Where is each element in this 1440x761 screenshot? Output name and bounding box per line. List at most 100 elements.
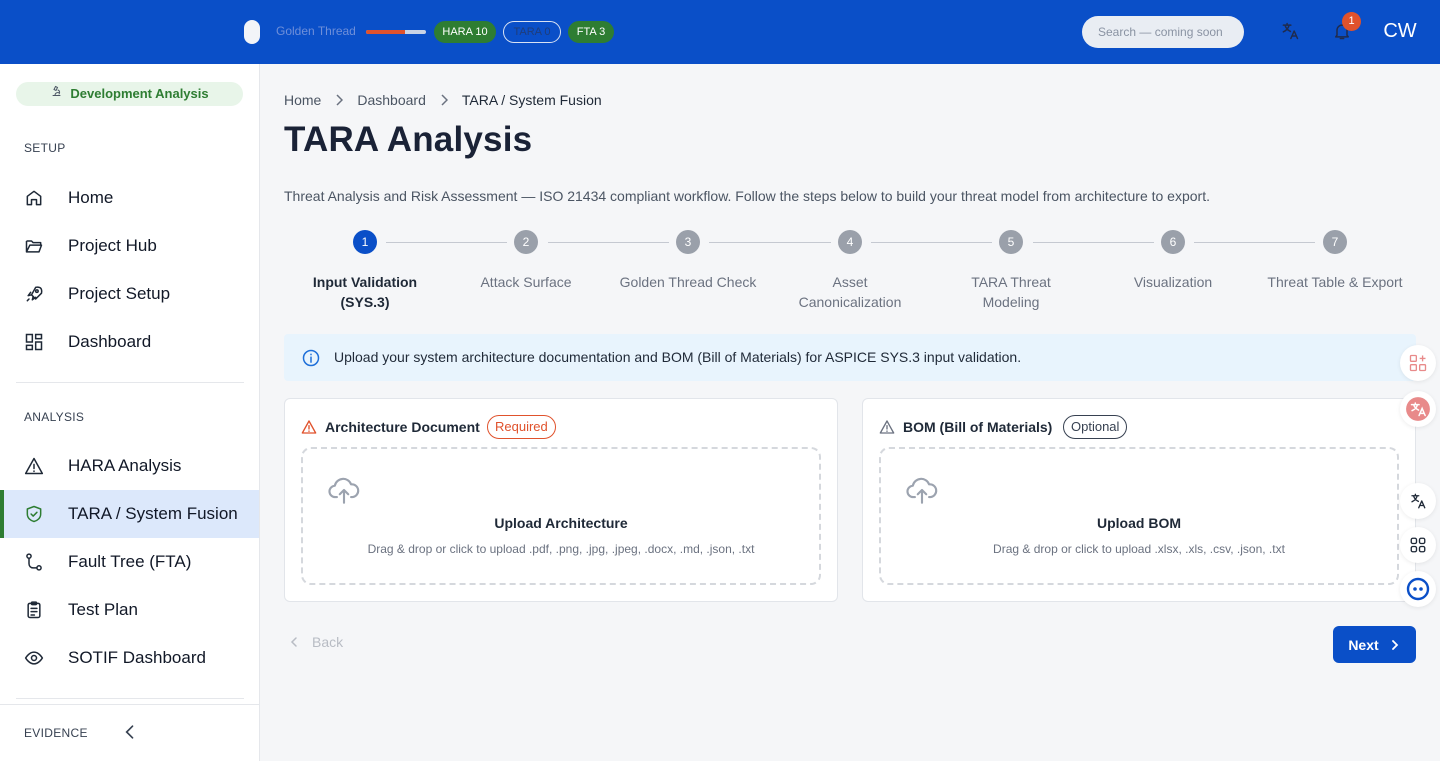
upload-title: Upload Architecture <box>494 515 628 531</box>
fta-count-badge[interactable]: FTA 3 <box>568 21 614 43</box>
apps-sparkle-icon <box>1409 354 1427 372</box>
sidebar-item-test-plan[interactable]: Test Plan <box>0 586 259 634</box>
step-number: 4 <box>838 230 862 254</box>
sidebar-item-sotif-dashboard[interactable]: SOTIF Dashboard <box>0 634 259 682</box>
step-label: Visualization <box>1133 274 1213 290</box>
cloud-upload-icon <box>328 477 360 504</box>
sidebar-item-home[interactable]: Home <box>0 174 259 222</box>
cloud-upload-icon <box>906 477 938 504</box>
step-label: Input Validation (SYS.3) <box>312 274 418 310</box>
evidence-section-label: EVIDENCE <box>24 726 88 740</box>
home-icon <box>26 190 42 206</box>
step-visualization[interactable]: 6 Visualization <box>1092 230 1254 292</box>
step-threat-table-export[interactable]: 7 Threat Table & Export <box>1254 230 1416 292</box>
apps-sparkle-tool[interactable] <box>1400 345 1436 381</box>
step-number: 6 <box>1161 230 1185 254</box>
microscope-icon <box>50 82 64 106</box>
step-label: Threat Table & Export <box>1267 274 1403 290</box>
step-label: Asset Canonicalization <box>798 274 902 310</box>
tara-count-badge[interactable]: TARA 0 <box>503 21 561 43</box>
sidebar-divider <box>16 698 244 699</box>
translate-tool[interactable] <box>1400 483 1436 519</box>
grid-icon <box>1410 537 1426 553</box>
sidebar-item-dashboard[interactable]: Dashboard <box>0 318 259 366</box>
translate-icon <box>1411 493 1426 509</box>
warning-icon <box>301 420 317 434</box>
breadcrumb-dashboard[interactable]: Dashboard <box>357 92 426 108</box>
sidebar-divider <box>16 382 244 383</box>
fault-tree-icon <box>26 553 42 571</box>
step-number: 7 <box>1323 230 1347 254</box>
step-input-validation[interactable]: 1 Input Validation (SYS.3) <box>284 230 446 312</box>
bom-card: BOM (Bill of Materials) Optional Upload … <box>862 398 1416 602</box>
step-label: TARA Threat Modeling <box>971 274 1051 310</box>
warning-icon <box>24 457 44 475</box>
optional-badge: Optional <box>1063 415 1128 439</box>
sidebar-item-project-setup[interactable]: Project Setup <box>0 270 259 318</box>
notification-count-badge: 1 <box>1342 12 1361 31</box>
back-button-label: Back <box>312 634 344 650</box>
step-number: 5 <box>999 230 1023 254</box>
dashboard-icon <box>25 333 43 351</box>
architecture-upload-dropzone[interactable]: Upload Architecture Drag & drop or click… <box>301 447 821 585</box>
sidebar-item-label: TARA / System Fusion <box>68 504 238 523</box>
mode-chip-label: Development Analysis <box>70 86 209 101</box>
eye-icon <box>24 651 44 665</box>
golden-thread-label: Golden Thread <box>276 24 356 38</box>
next-button[interactable]: Next <box>1333 626 1416 663</box>
breadcrumb-home[interactable]: Home <box>284 92 321 108</box>
page-description: Threat Analysis and Risk Assessment — IS… <box>284 188 1210 204</box>
sidebar-item-fault-tree[interactable]: Fault Tree (FTA) <box>0 538 259 586</box>
next-button-label: Next <box>1348 636 1379 653</box>
sidebar-item-label: Project Hub <box>68 236 157 255</box>
step-label: Attack Surface <box>480 274 572 290</box>
info-icon <box>302 349 320 367</box>
sidebar-item-label: Project Setup <box>68 284 171 303</box>
golden-thread-progress-fill <box>366 30 405 34</box>
search-input[interactable]: Search — coming soon <box>1082 16 1244 48</box>
assistant-bot-tool[interactable] <box>1400 571 1436 607</box>
sidebar-item-label: Test Plan <box>68 600 138 619</box>
card-title: BOM (Bill of Materials) <box>903 419 1053 435</box>
step-golden-thread-check[interactable]: 3 Golden Thread Check <box>607 230 769 292</box>
sidebar-toggle[interactable] <box>244 20 260 44</box>
step-attack-surface[interactable]: 2 Attack Surface <box>445 230 607 292</box>
sidebar-footer-divider <box>0 704 259 705</box>
clipboard-icon <box>27 601 41 619</box>
sidebar-item-project-hub[interactable]: Project Hub <box>0 222 259 270</box>
grid-tool[interactable] <box>1400 527 1436 563</box>
main-content: Home Dashboard TARA / System Fusion TARA… <box>260 64 1440 761</box>
info-banner-text: Upload your system architecture document… <box>334 349 1022 365</box>
breadcrumb-current: TARA / System Fusion <box>461 92 602 108</box>
translate-circle-tool[interactable] <box>1400 391 1436 427</box>
sidebar-item-label: HARA Analysis <box>68 456 182 475</box>
top-bar: Golden Thread HARA 10 TARA 0 FTA 3 Searc… <box>0 0 1440 64</box>
development-analysis-chip[interactable]: Development Analysis <box>16 82 243 106</box>
hara-count-badge[interactable]: HARA 10 <box>434 21 496 43</box>
shield-check-icon <box>26 505 42 523</box>
sidebar-item-tara-system-fusion[interactable]: TARA / System Fusion <box>0 490 259 538</box>
user-avatar[interactable]: CW <box>1376 20 1424 43</box>
chevron-right-icon <box>1391 639 1398 650</box>
sidebar-item-label: Fault Tree (FTA) <box>68 552 192 571</box>
sidebar-item-label: Dashboard <box>68 332 152 351</box>
chevron-right-icon <box>336 94 344 106</box>
step-tara-threat-modeling[interactable]: 5 TARA Threat Modeling <box>930 230 1092 312</box>
golden-thread-progress-bar <box>366 30 426 34</box>
analysis-section-label: ANALYSIS <box>24 410 85 424</box>
step-number: 1 <box>353 230 377 254</box>
setup-section-label: SETUP <box>24 141 66 155</box>
step-label: Golden Thread Check <box>619 274 757 290</box>
breadcrumb: Home Dashboard TARA / System Fusion <box>284 92 602 108</box>
sidebar-item-label: SOTIF Dashboard <box>68 648 206 667</box>
info-banner: Upload your system architecture document… <box>284 334 1416 381</box>
step-asset-canonicalization[interactable]: 4 Asset Canonicalization <box>769 230 931 312</box>
assistant-bot-icon <box>1406 577 1430 601</box>
bom-upload-dropzone[interactable]: Upload BOM Drag & drop or click to uploa… <box>879 447 1399 585</box>
sidebar: Development Analysis SETUP Home Project … <box>0 64 260 761</box>
back-button[interactable]: Back <box>288 634 343 650</box>
required-badge: Required <box>487 415 556 439</box>
collapse-sidebar-chevron-icon[interactable] <box>120 722 140 742</box>
translate-icon[interactable] <box>1280 21 1300 41</box>
sidebar-item-hara-analysis[interactable]: HARA Analysis <box>0 442 259 490</box>
